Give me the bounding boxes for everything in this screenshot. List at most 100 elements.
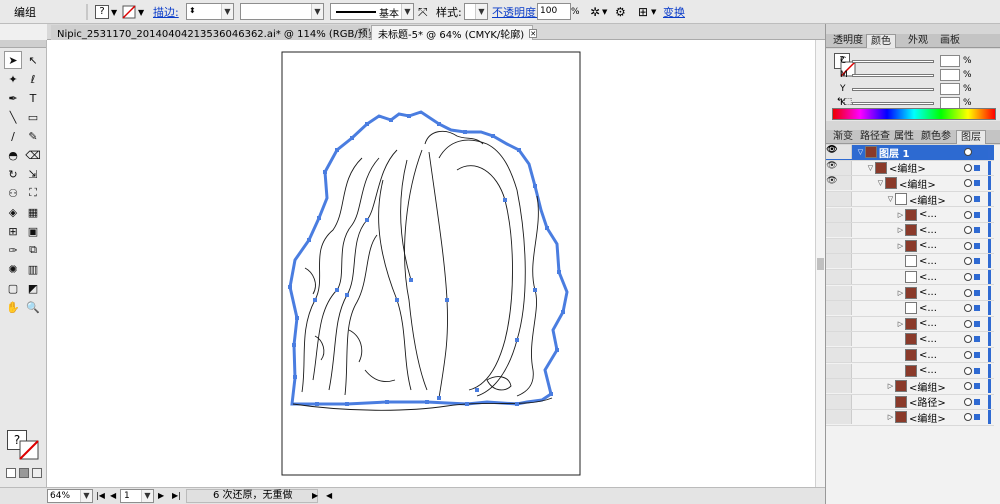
scrollbar-thumb[interactable] [817,258,824,270]
lock-toggle[interactable] [838,348,852,363]
selection-square-icon[interactable] [974,274,980,281]
visibility-eye-icon[interactable]: 👁 [826,176,838,191]
yellow-slider[interactable] [852,87,934,91]
disclosure-collapsed-icon[interactable]: ▷ [896,289,905,297]
black-slider[interactable] [852,101,934,105]
tab-appearance[interactable]: 外观 [904,34,932,48]
layer-row[interactable]: <... [826,363,994,379]
layer-row[interactable]: ▷ <... [826,223,994,239]
lock-toggle[interactable] [838,145,852,160]
last-artboard-icon[interactable]: ▶| [172,491,181,500]
chevron-down-icon[interactable]: ▼ [651,0,656,24]
rectangle-tool-icon[interactable]: ▭ [24,108,42,126]
layer-row[interactable]: 👁 ▽ <编组> [826,160,994,177]
gradient-tool-icon[interactable]: ▣ [24,222,42,240]
selection-square-icon[interactable] [974,196,980,203]
slice-tool-icon[interactable]: ◩ [24,279,42,297]
artboard-tool-icon[interactable]: ▢ [4,279,22,297]
visibility-eye-icon[interactable] [826,270,838,285]
layer-row[interactable]: <... [826,332,994,348]
magic-wand-tool-icon[interactable]: ✦ [4,70,22,88]
disclosure-collapsed-icon[interactable]: ▷ [896,242,905,250]
target-circle-icon[interactable] [964,210,972,219]
target-circle-icon[interactable] [964,148,972,157]
visibility-eye-icon[interactable] [826,410,838,425]
visibility-eye-icon[interactable] [826,348,838,363]
target-circle-icon[interactable] [964,413,972,422]
selection-square-icon[interactable] [974,336,980,343]
disclosure-collapsed-icon[interactable]: ▷ [886,413,895,421]
lock-toggle[interactable] [838,176,852,191]
visibility-eye-icon[interactable] [826,254,838,269]
disclosure-expanded-icon[interactable]: ▽ [856,148,865,156]
target-circle-icon[interactable] [964,382,972,391]
layer-row[interactable]: ▷ <... [826,285,994,301]
column-graph-tool-icon[interactable]: ▥ [24,260,42,278]
target-circle-icon[interactable] [964,241,972,250]
chevron-down-icon[interactable]: ▼ [602,0,607,24]
lock-toggle[interactable] [838,285,852,300]
visibility-eye-icon[interactable] [826,394,838,409]
layer-row[interactable]: ▷ <... [826,316,994,333]
layer-row[interactable]: ▽ <编组> [826,191,994,208]
target-circle-icon[interactable] [964,319,972,328]
magenta-slider[interactable] [852,73,934,77]
align-stroke-icon[interactable]: ⤧ [418,0,428,24]
tab-attributes[interactable]: 属性 [890,130,918,144]
hand-tool-icon[interactable]: ✋ [4,298,22,316]
cyan-slider[interactable] [852,59,934,63]
magenta-field[interactable] [940,69,960,81]
brush-definition[interactable]: 基本 ▼ [330,3,414,20]
align-icon[interactable]: ⊞ [638,0,648,24]
status-menu-icon[interactable]: ▶ [312,491,318,500]
isolate-group-icon[interactable]: ⚙ [615,0,626,24]
layer-row[interactable]: <... [826,301,994,317]
type-tool-icon[interactable]: T [24,89,42,107]
lock-toggle[interactable] [838,301,852,316]
tab-color-guide[interactable]: 颜色参 [917,130,955,144]
shape-builder-tool-icon[interactable]: ◈ [4,203,22,221]
target-circle-icon[interactable] [964,179,972,188]
layer-row[interactable]: <... [826,269,994,286]
selection-square-icon[interactable] [974,352,980,359]
layer-row[interactable]: ▷ <... [826,207,994,223]
cyan-field[interactable] [940,55,960,67]
selection-square-icon[interactable] [974,211,980,218]
blob-brush-tool-icon[interactable]: ◓ [4,146,22,164]
lock-toggle[interactable] [838,270,852,285]
selection-tool-icon[interactable]: ➤ [4,51,22,69]
layer-row[interactable]: <... [826,254,994,270]
graphic-style-swatch[interactable]: ▼ [464,3,488,20]
blend-tool-icon[interactable]: ⧉ [24,241,42,259]
pen-tool-icon[interactable]: ✒ [4,89,22,107]
visibility-eye-icon[interactable] [826,238,838,253]
stroke-panel-link[interactable]: 描边: [153,0,179,24]
document-canvas[interactable] [47,40,815,487]
lock-toggle[interactable] [838,254,852,269]
lasso-tool-icon[interactable]: ℓ [24,70,42,88]
selection-square-icon[interactable] [974,383,980,390]
zoom-field[interactable]: 64% ▼ [47,489,93,503]
disclosure-collapsed-icon[interactable]: ▷ [896,211,905,219]
selection-square-icon[interactable] [974,320,980,327]
tab-gradient[interactable]: 渐变 [829,130,857,144]
disclosure-expanded-icon[interactable]: ▽ [886,195,895,203]
layer-row[interactable]: <... [826,347,994,364]
lock-toggle[interactable] [838,238,852,253]
lock-toggle[interactable] [838,410,852,425]
disclosure-expanded-icon[interactable]: ▽ [876,179,885,187]
target-circle-icon[interactable] [964,226,972,235]
selection-square-icon[interactable] [974,305,980,312]
document-tab[interactable]: Nipic_2531170_20140404213536046362.ai* @… [51,25,395,40]
mesh-tool-icon[interactable]: ⊞ [4,222,22,240]
layer-row[interactable]: <路径> [826,394,994,411]
previous-artboard-icon[interactable]: ◀ [110,491,116,500]
close-icon[interactable]: ✕ [529,28,538,38]
opacity-panel-link[interactable]: 不透明度: [492,0,540,24]
visibility-eye-icon[interactable] [826,285,838,300]
layer-row[interactable]: ▷ <... [826,238,994,255]
visibility-eye-icon[interactable] [826,301,838,316]
lock-toggle[interactable] [838,223,852,238]
scale-tool-icon[interactable]: ⇲ [24,165,42,183]
disclosure-collapsed-icon[interactable]: ▷ [896,320,905,328]
